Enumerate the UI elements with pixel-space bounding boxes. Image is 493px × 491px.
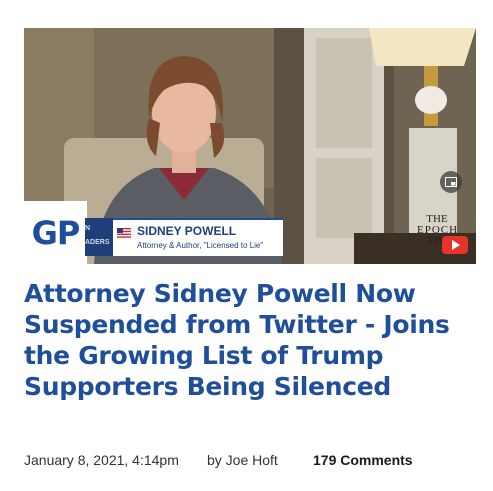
us-flag-icon [117, 228, 131, 238]
site-logo-text: GP [31, 213, 81, 252]
lower-third-prefix: N ADERS [85, 218, 113, 256]
lower-third-prefix-top: N [85, 225, 91, 232]
lower-third-subtitle: Attorney & Author, "Licensed to Lie" [137, 241, 264, 250]
picture-in-picture-icon [445, 177, 457, 187]
site-logo[interactable]: GP [24, 201, 87, 264]
picture-in-picture-button[interactable] [440, 171, 462, 193]
article-date: January 8, 2021, 4:14pm [24, 452, 179, 468]
video-lower-third: N ADERS SIDNEY POWELL Attorney & Author,… [85, 218, 283, 256]
lower-third-prefix-bottom: ADERS [85, 239, 110, 246]
comments-count-link[interactable]: 179 Comments [313, 452, 413, 468]
article-headline[interactable]: Attorney Sidney Powell Now Suspended fro… [24, 278, 474, 402]
lower-third-name: SIDNEY POWELL [137, 224, 237, 238]
youtube-play-icon[interactable] [442, 236, 468, 254]
article-card: GP N ADERS SIDNEY POWELL Attorney & Auth… [0, 0, 493, 491]
article-author-link[interactable]: by Joe Hoft [207, 452, 278, 468]
